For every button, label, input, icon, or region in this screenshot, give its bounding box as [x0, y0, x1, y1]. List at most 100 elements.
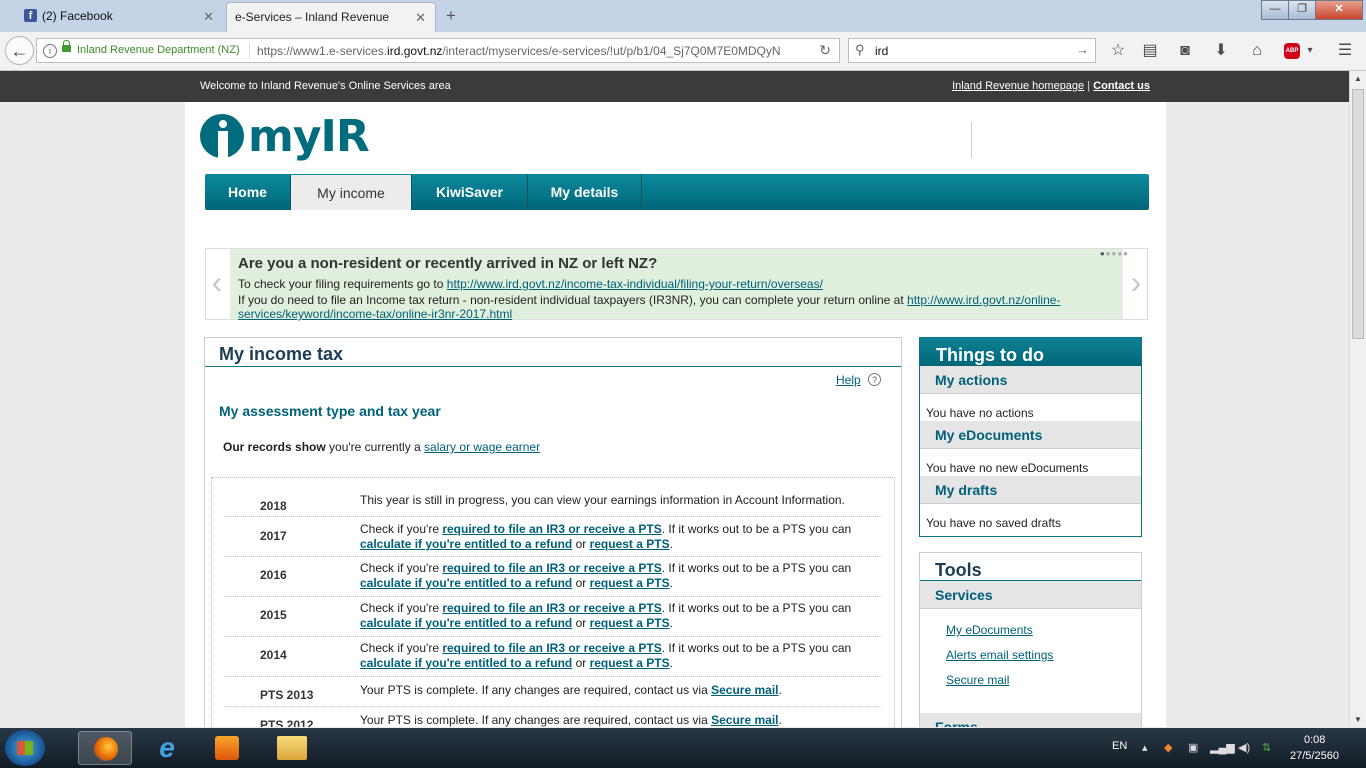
services-heading[interactable]: Services: [920, 581, 1141, 609]
refund-calculator-link[interactable]: calculate if you're entitled to a refund: [360, 656, 572, 670]
tax-year-description: Your PTS is complete. If any changes are…: [360, 713, 782, 727]
adblock-icon[interactable]: ABP: [1284, 43, 1300, 59]
file-ir3-link[interactable]: required to file an IR3 or receive a PTS: [442, 522, 661, 536]
media-player-icon: [215, 736, 239, 760]
tab-facebook[interactable]: f (2) Facebook ✕: [18, 2, 223, 32]
bookmark-star-icon[interactable]: ☆: [1108, 41, 1128, 61]
tax-year-description: This year is still in progress, you can …: [360, 493, 845, 507]
tax-year-row: 2015 Check if you're required to file an…: [224, 596, 882, 637]
close-tab-icon[interactable]: ✕: [415, 10, 426, 26]
my-actions-heading[interactable]: My actions: [920, 366, 1141, 394]
secure-mail-link[interactable]: Secure mail: [711, 683, 778, 697]
menu-icon[interactable]: ☰: [1335, 41, 1355, 61]
window-minimize-button[interactable]: —: [1261, 0, 1289, 20]
firefox-icon: [94, 737, 118, 761]
divider: [249, 42, 250, 60]
language-indicator[interactable]: EN: [1112, 740, 1127, 752]
lock-icon: [62, 40, 71, 52]
search-input[interactable]: ird: [875, 44, 888, 58]
page-scrollbar[interactable]: ▲ ▼: [1349, 71, 1366, 727]
new-tab-button[interactable]: +: [446, 6, 456, 26]
site-identity[interactable]: Inland Revenue Department (NZ): [77, 44, 240, 56]
tab-label: (2) Facebook: [42, 9, 113, 23]
taskbar-internet-explorer[interactable]: e: [140, 731, 194, 765]
myir-logo[interactable]: myIR: [200, 111, 370, 162]
request-pts-link[interactable]: request a PTS: [590, 576, 670, 590]
request-pts-link[interactable]: request a PTS: [590, 656, 670, 670]
tax-year-row: PTS 2012 Your PTS is complete. If any ch…: [224, 706, 882, 727]
taskbar-media-player[interactable]: [200, 731, 254, 765]
network-signal-icon[interactable]: ▂▄▆: [1210, 741, 1235, 754]
my-drafts-heading[interactable]: My drafts: [920, 476, 1141, 504]
salary-wage-earner-link[interactable]: salary or wage earner: [424, 440, 540, 454]
tax-year-description: Check if you're required to file an IR3 …: [360, 561, 852, 590]
tool-link-secure-mail[interactable]: Secure mail: [946, 673, 1141, 698]
carousel-prev-button[interactable]: ‹: [206, 249, 228, 319]
file-ir3-link[interactable]: required to file an IR3 or receive a PTS: [442, 641, 661, 655]
refund-calculator-link[interactable]: calculate if you're entitled to a refund: [360, 576, 572, 590]
file-ir3-link[interactable]: required to file an IR3 or receive a PTS: [442, 561, 661, 575]
clock-time[interactable]: 0:08: [1304, 734, 1325, 746]
my-drafts-text: You have no saved drafts: [926, 516, 1061, 530]
my-edocuments-heading[interactable]: My eDocuments: [920, 421, 1141, 449]
my-edocuments-text: You have no new eDocuments: [926, 461, 1089, 475]
nav-my-income[interactable]: My income: [291, 175, 412, 210]
scroll-up-icon[interactable]: ▲: [1354, 74, 1362, 83]
volume-icon[interactable]: ◀): [1238, 741, 1250, 754]
overseas-filing-link[interactable]: http://www.ird.govt.nz/income-tax-indivi…: [447, 277, 823, 291]
facebook-icon: f: [24, 9, 37, 22]
info-icon[interactable]: i: [43, 44, 57, 58]
device-icon[interactable]: ▣: [1188, 741, 1200, 754]
tab-eservices[interactable]: e-Services – Inland Revenue ✕: [226, 2, 436, 32]
nav-my-details[interactable]: My details: [528, 174, 642, 210]
reader-list-icon[interactable]: ▤: [1140, 41, 1160, 61]
tool-link-my-edocuments[interactable]: My eDocuments: [946, 623, 1141, 648]
refund-calculator-link[interactable]: calculate if you're entitled to a refund: [360, 537, 572, 551]
tax-year-row: 2016 Check if you're required to file an…: [224, 556, 882, 597]
inland-revenue-homepage-link[interactable]: Inland Revenue homepage: [952, 80, 1084, 92]
my-income-tax-panel: My income tax Help ? My assessment type …: [204, 337, 902, 727]
url-bar[interactable]: i Inland Revenue Department (NZ) https:/…: [36, 38, 840, 63]
start-button[interactable]: [5, 730, 45, 766]
help-icon[interactable]: ?: [868, 373, 881, 386]
downloads-icon[interactable]: ⬇: [1211, 41, 1231, 61]
forms-heading[interactable]: Forms: [920, 713, 1141, 727]
window-maximize-button[interactable]: ❐: [1288, 0, 1316, 20]
back-button[interactable]: ←: [5, 36, 34, 65]
carousel-next-button[interactable]: ›: [1125, 249, 1147, 319]
window-close-button[interactable]: ✕: [1315, 0, 1363, 20]
nav-home[interactable]: Home: [205, 174, 291, 210]
panel-title: My income tax: [219, 344, 344, 364]
tool-link-alerts-email-settings[interactable]: Alerts email settings: [946, 648, 1141, 673]
show-hidden-icons-icon[interactable]: ▴: [1142, 741, 1154, 754]
scroll-down-icon[interactable]: ▼: [1354, 715, 1362, 724]
tax-year: PTS 2012: [260, 718, 314, 727]
clock-date[interactable]: 27/5/2560: [1290, 750, 1339, 762]
help-link[interactable]: Help: [836, 373, 861, 387]
taskbar-firefox[interactable]: [78, 731, 132, 765]
sync-icon[interactable]: ⇅: [1262, 741, 1274, 754]
chevron-down-icon[interactable]: ▾: [1300, 41, 1320, 61]
avast-icon[interactable]: ◆: [1164, 741, 1176, 754]
search-bar[interactable]: ⚲ ird →: [848, 38, 1096, 63]
request-pts-link[interactable]: request a PTS: [590, 616, 670, 630]
refund-calculator-link[interactable]: calculate if you're entitled to a refund: [360, 616, 572, 630]
tax-year: 2016: [260, 568, 287, 582]
reload-icon[interactable]: ↻: [819, 42, 831, 59]
scroll-thumb[interactable]: [1352, 89, 1364, 339]
file-ir3-link[interactable]: required to file an IR3 or receive a PTS: [442, 601, 661, 615]
assessment-heading: My assessment type and tax year: [219, 403, 441, 419]
logo-text: myIR: [248, 111, 370, 162]
divider: |: [1087, 80, 1091, 92]
pocket-icon[interactable]: ◙: [1175, 41, 1195, 61]
taskbar-explorer[interactable]: [262, 731, 316, 765]
secure-mail-link[interactable]: Secure mail: [711, 713, 778, 727]
request-pts-link[interactable]: request a PTS: [590, 537, 670, 551]
url-text[interactable]: https://www1.e-services.ird.govt.nz/inte…: [257, 44, 781, 58]
contact-us-link[interactable]: Contact us: [1093, 80, 1150, 92]
home-icon[interactable]: ⌂: [1247, 41, 1267, 61]
tax-year: 2017: [260, 529, 287, 543]
close-tab-icon[interactable]: ✕: [203, 9, 214, 25]
nav-kiwisaver[interactable]: KiwiSaver: [412, 174, 528, 210]
search-go-icon[interactable]: →: [1076, 42, 1089, 57]
